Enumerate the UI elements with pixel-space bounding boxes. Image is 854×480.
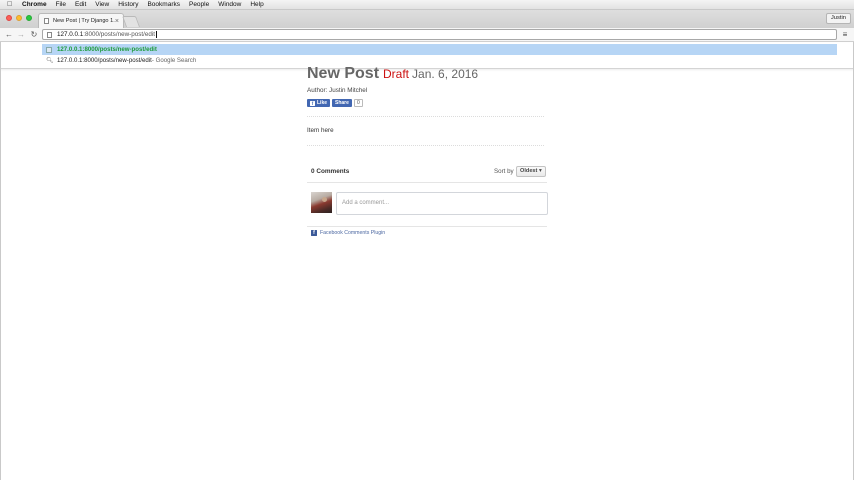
menu-edit[interactable]: Edit [75, 0, 86, 10]
plugin-label: Facebook Comments Plugin [320, 230, 386, 236]
address-host: 127.0.0.1 [57, 31, 84, 38]
forward-arrow-icon[interactable]: → [16, 29, 26, 40]
text-caret [155, 31, 157, 38]
menu-history[interactable]: History [118, 0, 138, 10]
divider [307, 116, 544, 117]
menu-window[interactable]: Window [218, 0, 241, 10]
apple-icon[interactable]:  [7, 0, 17, 10]
comment-input[interactable]: Add a comment... [336, 192, 548, 215]
address-bar[interactable]: 127.0.0.1 :8000/posts/new-post/edit [42, 29, 837, 40]
close-icon[interactable]: × [115, 18, 119, 25]
sort-by-label: Sort by [494, 168, 514, 175]
tab-new-post[interactable]: New Post | Try Django 1.9 × [38, 13, 124, 28]
suggestion-description: - Google Search [151, 57, 197, 64]
back-arrow-icon[interactable]: ← [4, 29, 14, 40]
facebook-comments-plugin-link[interactable]: f Facebook Comments Plugin [311, 230, 385, 236]
post-title: New Post [307, 65, 380, 82]
menu-app-chrome[interactable]: Chrome [22, 0, 47, 10]
suggestion-url: 127.0.0.1:8000/posts/new-post/edit [57, 46, 157, 53]
post-author: Author: Justin Mitchel [307, 87, 368, 94]
menu-help[interactable]: Help [250, 0, 263, 10]
address-path: :8000/posts/new-post/edit [83, 31, 156, 38]
post-title-row: New Post Draft Jan. 6, 2016 [307, 65, 478, 83]
like-label: Like [317, 100, 328, 106]
suggestion-query: 127.0.0.1:8000/posts/new-post/edit [57, 57, 152, 64]
profile-button[interactable]: Justin [825, 13, 851, 24]
page-icon [47, 31, 52, 38]
draft-badge: Draft [383, 67, 410, 81]
page-icon [46, 46, 52, 53]
menu-bookmarks[interactable]: Bookmarks [147, 0, 180, 10]
toolbar: ← → ↻ 127.0.0.1 :8000/posts/new-post/edi… [0, 28, 854, 42]
window-maximize-button[interactable] [26, 15, 32, 21]
share-count: 0 [353, 99, 363, 107]
new-tab-button[interactable] [121, 16, 141, 27]
facebook-icon: f [310, 100, 315, 106]
divider [307, 182, 547, 183]
hamburger-menu-icon[interactable]: ≡ [841, 30, 849, 39]
page-icon [44, 18, 49, 24]
post-date: Jan. 6, 2016 [412, 67, 479, 81]
facebook-icon: f [311, 230, 317, 236]
reload-icon[interactable]: ↻ [29, 29, 39, 40]
facebook-like-button[interactable]: f Like [307, 99, 331, 107]
window-minimize-button[interactable] [16, 15, 22, 21]
divider [307, 145, 544, 146]
sort-select[interactable]: Oldest ▾ [516, 166, 546, 177]
social-buttons: f Like Share 0 [307, 99, 363, 107]
search-icon: 🔍︎ [46, 57, 54, 64]
share-label: Share [335, 100, 349, 106]
post-body: Item here [307, 127, 334, 134]
menubar:  Chrome File Edit View History Bookmark… [0, 0, 854, 10]
divider [307, 226, 547, 227]
menu-people[interactable]: People [189, 0, 209, 10]
window-edge [0, 42, 1, 480]
comments-count: 0 Comments [311, 168, 350, 175]
facebook-share-button[interactable]: Share [332, 99, 352, 107]
tab-strip: New Post | Try Django 1.9 × Justin [0, 10, 854, 28]
suggestion-item-url[interactable]: 127.0.0.1:8000/posts/new-post/edit [42, 44, 837, 55]
tab-title: New Post | Try Django 1.9 [53, 18, 115, 24]
menu-view[interactable]: View [95, 0, 109, 10]
window-close-button[interactable] [6, 15, 12, 21]
avatar [311, 192, 332, 213]
menu-file[interactable]: File [56, 0, 66, 10]
